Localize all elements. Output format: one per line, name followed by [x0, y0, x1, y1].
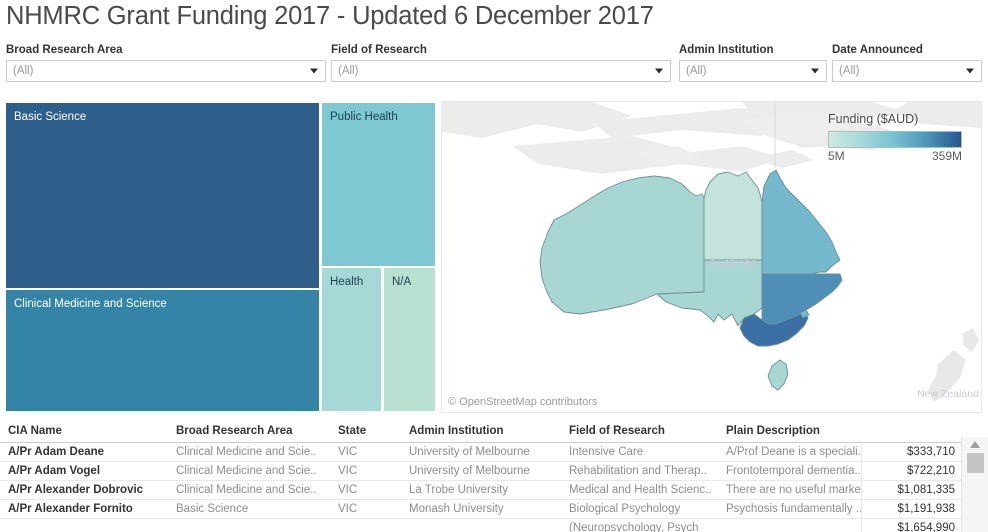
- cell-state: VIC: [330, 480, 401, 500]
- dropdown-admin-institution[interactable]: (All): [679, 60, 827, 82]
- filter-label-broad-research-area: Broad Research Area: [6, 44, 123, 56]
- chevron-down-icon: [655, 68, 663, 74]
- column-header-admin-institution[interactable]: Admin Institution: [401, 421, 561, 443]
- table-vertical-scrollbar[interactable]: [961, 437, 988, 532]
- map-legend: Funding ($AUD) 5M 359M: [828, 112, 972, 163]
- cell-broad-research-area: Clinical Medicine and Scie..: [168, 461, 330, 481]
- cell-cia-name: A/Pr Adam Vogel: [0, 461, 168, 481]
- cell-state: VIC: [330, 461, 401, 481]
- cell-field-of-research: Medical and Health Scienc..: [561, 480, 718, 500]
- filter-broad-research-area: Broad Research Area (All): [6, 43, 326, 82]
- cell-plain-description: Frontotemporal dementia..: [718, 461, 861, 481]
- osm-attribution: © OpenStreetMap contributors: [448, 396, 598, 408]
- cell-admin-institution: Monash University: [401, 499, 561, 519]
- cell-state: VIC: [330, 499, 401, 519]
- column-header-cia-name[interactable]: CIA Name: [0, 421, 168, 443]
- cell-admin-institution: La Trobe University: [401, 480, 561, 500]
- legend-min-label: 5M: [828, 149, 845, 163]
- cell-broad-research-area: Clinical Medicine and Scie..: [168, 480, 330, 500]
- cell-cia-name: [0, 518, 168, 532]
- map-label-new-zealand: New Zealand: [917, 388, 979, 400]
- cell-amount: $1,191,938: [860, 499, 961, 519]
- dropdown-date-announced[interactable]: (All): [832, 60, 982, 82]
- legend-ticks: 5M 359M: [828, 149, 962, 163]
- treemap-tile-label: Clinical Medicine and Science: [14, 298, 167, 310]
- dropdown-broad-research-area[interactable]: (All): [6, 60, 326, 82]
- dropdown-value-admin-institution: (All): [686, 65, 707, 77]
- cell-cia-name: A/Pr Adam Deane: [0, 442, 168, 462]
- table-row[interactable]: A/Pr Adam Deane Clinical Medicine and Sci…: [0, 442, 961, 462]
- cell-admin-institution: University of Melbourne: [401, 442, 561, 462]
- filter-label-field-of-research: Field of Research: [331, 44, 427, 56]
- treemap-tile-label: N/A: [392, 276, 412, 288]
- cell-plain-description: There are no useful marke..: [718, 480, 861, 500]
- map-region-northern-territory: [703, 171, 763, 261]
- cell-plain-description: Psychosis fundamentally ..: [718, 499, 861, 519]
- broad-research-area-treemap: Basic Science Clinical Medicine and Scie…: [6, 103, 435, 411]
- treemap-tile-label: Basic Science: [14, 111, 87, 123]
- cell-amount: $333,710: [860, 442, 961, 462]
- filter-label-admin-institution: Admin Institution: [679, 44, 774, 56]
- cell-field-of-research: Intensive Care: [561, 442, 718, 462]
- dropdown-value-field-of-research: (All): [338, 65, 359, 77]
- treemap-tile-health[interactable]: Health: [322, 268, 381, 411]
- dropdown-value-broad-research-area: (All): [13, 65, 34, 77]
- cell-cia-name: A/Pr Alexander Dobrovic: [0, 480, 168, 500]
- cell-admin-institution: University of Melbourne: [401, 461, 561, 481]
- dropdown-value-date-announced: (All): [839, 65, 860, 77]
- cell-broad-research-area: [168, 518, 330, 532]
- chevron-down-icon: [966, 68, 974, 74]
- column-header-field-of-research[interactable]: Field of Research: [561, 421, 718, 443]
- chevron-down-icon: [811, 68, 819, 74]
- table-row[interactable]: (Neuropsychology, Psych $1,654,990: [0, 518, 961, 532]
- scrollbar-thumb[interactable]: [967, 453, 984, 473]
- cell-admin-institution: [401, 518, 561, 532]
- treemap-tile-label: Health: [330, 276, 364, 288]
- cell-amount: $1,654,990: [860, 518, 961, 532]
- table-header-row: CIA Name Broad Research Area State Admin…: [0, 421, 961, 443]
- cell-field-of-research: (Neuropsychology, Psych: [561, 518, 718, 532]
- scroll-up-arrow-icon[interactable]: [970, 441, 980, 448]
- cell-amount: $722,210: [860, 461, 961, 481]
- cell-amount: $1,081,335: [860, 480, 961, 500]
- dropdown-field-of-research[interactable]: (All): [331, 60, 671, 82]
- filter-admin-institution: Admin Institution (All): [679, 43, 827, 82]
- legend-max-label: 359M: [931, 149, 962, 163]
- grants-table-grid: CIA Name Broad Research Area State Admin…: [0, 421, 961, 532]
- cell-state: VIC: [330, 442, 401, 462]
- legend-color-ramp: [828, 131, 962, 148]
- filter-date-announced: Date Announced (All): [832, 43, 982, 82]
- chevron-down-icon: [310, 68, 318, 74]
- cell-plain-description: A/Prof Deane is a speciali..: [718, 442, 861, 462]
- column-header-state[interactable]: State: [330, 421, 401, 443]
- legend-title: Funding ($AUD): [828, 112, 919, 126]
- map-label-australia: Australia: [709, 256, 758, 270]
- treemap-tile-label: Public Health: [330, 111, 398, 123]
- cell-field-of-research: Rehabilitation and Therap..: [561, 461, 718, 481]
- filter-label-date-announced: Date Announced: [832, 44, 923, 56]
- page-title: NHMRC Grant Funding 2017 - Updated 6 Dec…: [6, 2, 654, 30]
- column-header-amount[interactable]: [861, 421, 961, 443]
- column-header-broad-research-area[interactable]: Broad Research Area: [168, 421, 330, 443]
- table-row[interactable]: A/Pr Alexander Dobrovic Clinical Medicine…: [0, 480, 961, 500]
- table-body: A/Pr Adam Deane Clinical Medicine and Sci…: [0, 442, 961, 532]
- table-row[interactable]: A/Pr Alexander Fornito Basic Science VIC Mo…: [0, 499, 961, 519]
- treemap-tile-public-health[interactable]: Public Health: [322, 103, 435, 266]
- table-row[interactable]: A/Pr Adam Vogel Clinical Medicine and Sci…: [0, 461, 961, 481]
- treemap-tile-clinical-medicine-and-science[interactable]: Clinical Medicine and Science: [6, 290, 319, 411]
- filter-field-of-research: Field of Research (All): [331, 43, 671, 82]
- grants-table[interactable]: CIA Name Broad Research Area State Admin…: [0, 421, 988, 532]
- funding-choropleth-map[interactable]: Australia New Zealand © OpenStreetMap co…: [441, 101, 982, 413]
- cell-broad-research-area: Clinical Medicine and Scie..: [168, 442, 330, 462]
- column-header-plain-description[interactable]: Plain Description: [718, 421, 861, 443]
- cell-field-of-research: Biological Psychology: [561, 499, 718, 519]
- dashboard-root: NHMRC Grant Funding 2017 - Updated 6 Dec…: [0, 0, 988, 532]
- cell-plain-description: [718, 518, 861, 532]
- cell-broad-research-area: Basic Science: [168, 499, 330, 519]
- treemap-tile-basic-science[interactable]: Basic Science: [6, 103, 319, 288]
- treemap-tile-na[interactable]: N/A: [384, 268, 435, 411]
- cell-state: [330, 518, 401, 532]
- cell-cia-name: A/Pr Alexander Fornito: [0, 499, 168, 519]
